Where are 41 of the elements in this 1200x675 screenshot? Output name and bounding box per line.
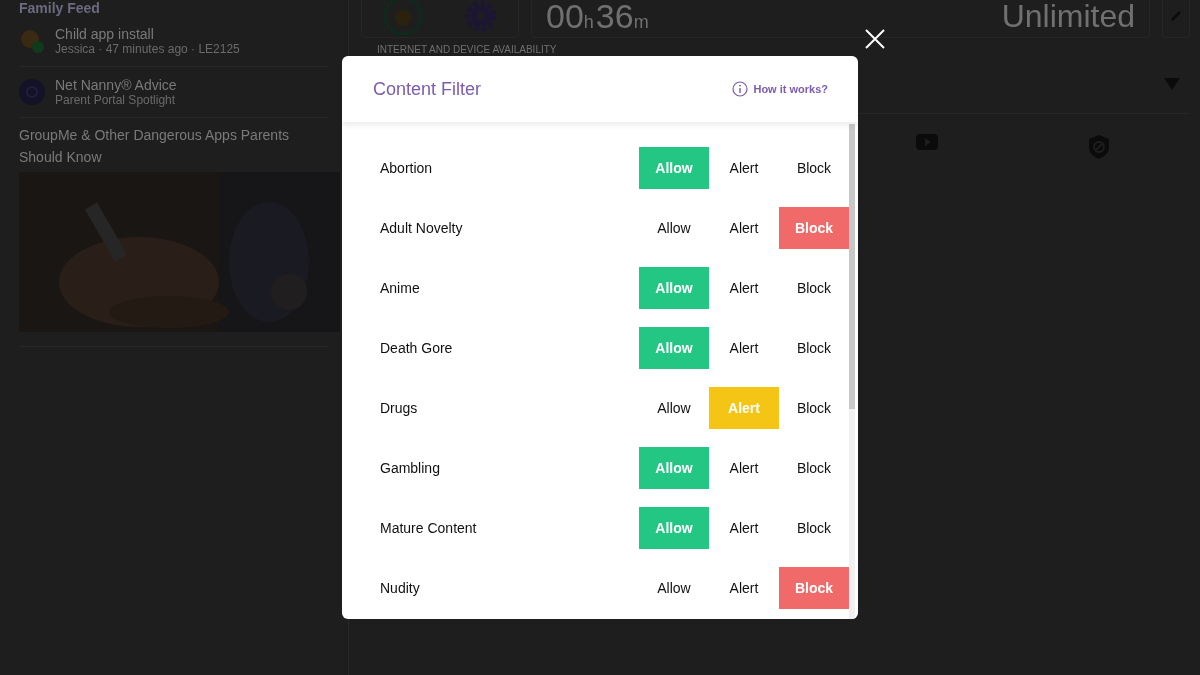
filter-option[interactable]: Alert xyxy=(709,567,779,609)
section-label: INTERNET AND DEVICE AVAILABILITY xyxy=(377,44,558,55)
filter-option[interactable]: Alert xyxy=(709,207,779,249)
help-link[interactable]: How it works? xyxy=(732,81,828,97)
category-label: Abortion xyxy=(380,160,434,176)
time-value: 00h 36m xyxy=(546,0,650,36)
scrollbar-thumb[interactable] xyxy=(849,124,855,409)
filter-option[interactable]: Allow xyxy=(639,387,709,429)
filter-option[interactable]: Alert xyxy=(709,147,779,189)
filter-option[interactable]: Block xyxy=(779,507,849,549)
filter-option[interactable]: Block xyxy=(779,447,849,489)
category-label: Death Gore xyxy=(380,340,454,356)
info-icon xyxy=(732,81,749,97)
feed-item-title[interactable]: Child app install xyxy=(55,26,240,42)
settings-icon xyxy=(463,0,498,33)
category-label: Anime xyxy=(380,280,421,296)
article-title[interactable]: GroupMe & Other Dangerous Apps Parents Should Know xyxy=(19,124,329,168)
filter-option[interactable]: Alert xyxy=(709,267,779,309)
filter-option[interactable]: Block xyxy=(779,267,849,309)
close-icon[interactable] xyxy=(864,28,886,50)
category-label: Adult Novelty xyxy=(380,220,464,236)
app-install-icon xyxy=(19,28,45,54)
filter-option[interactable]: Block xyxy=(779,387,849,429)
feed-item-subtitle: Jessica · 47 minutes ago · LE2125 xyxy=(55,42,240,56)
category-label: Mature Content xyxy=(380,520,478,536)
filter-option[interactable]: Alert xyxy=(709,447,779,489)
feed-item-title[interactable]: Net Nanny® Advice xyxy=(55,77,177,93)
feed-title: Family Feed xyxy=(19,0,101,16)
category-label: Drugs xyxy=(380,400,419,416)
filter-option[interactable]: Alert xyxy=(709,327,779,369)
filter-option[interactable]: Allow xyxy=(639,567,709,609)
dialog-title: Content Filter xyxy=(373,78,482,100)
filter-option[interactable]: Alert xyxy=(709,507,779,549)
category-label: Gambling xyxy=(380,460,441,476)
feed-item-subtitle: Parent Portal Spotlight xyxy=(55,93,177,107)
time-limit: Unlimited xyxy=(1001,0,1135,35)
filter-option[interactable]: Block xyxy=(779,327,849,369)
filter-option[interactable]: Block xyxy=(779,147,849,189)
category-label: Nudity xyxy=(380,580,421,596)
filter-option[interactable]: Allow xyxy=(639,207,709,249)
avatar-icon xyxy=(382,0,423,36)
